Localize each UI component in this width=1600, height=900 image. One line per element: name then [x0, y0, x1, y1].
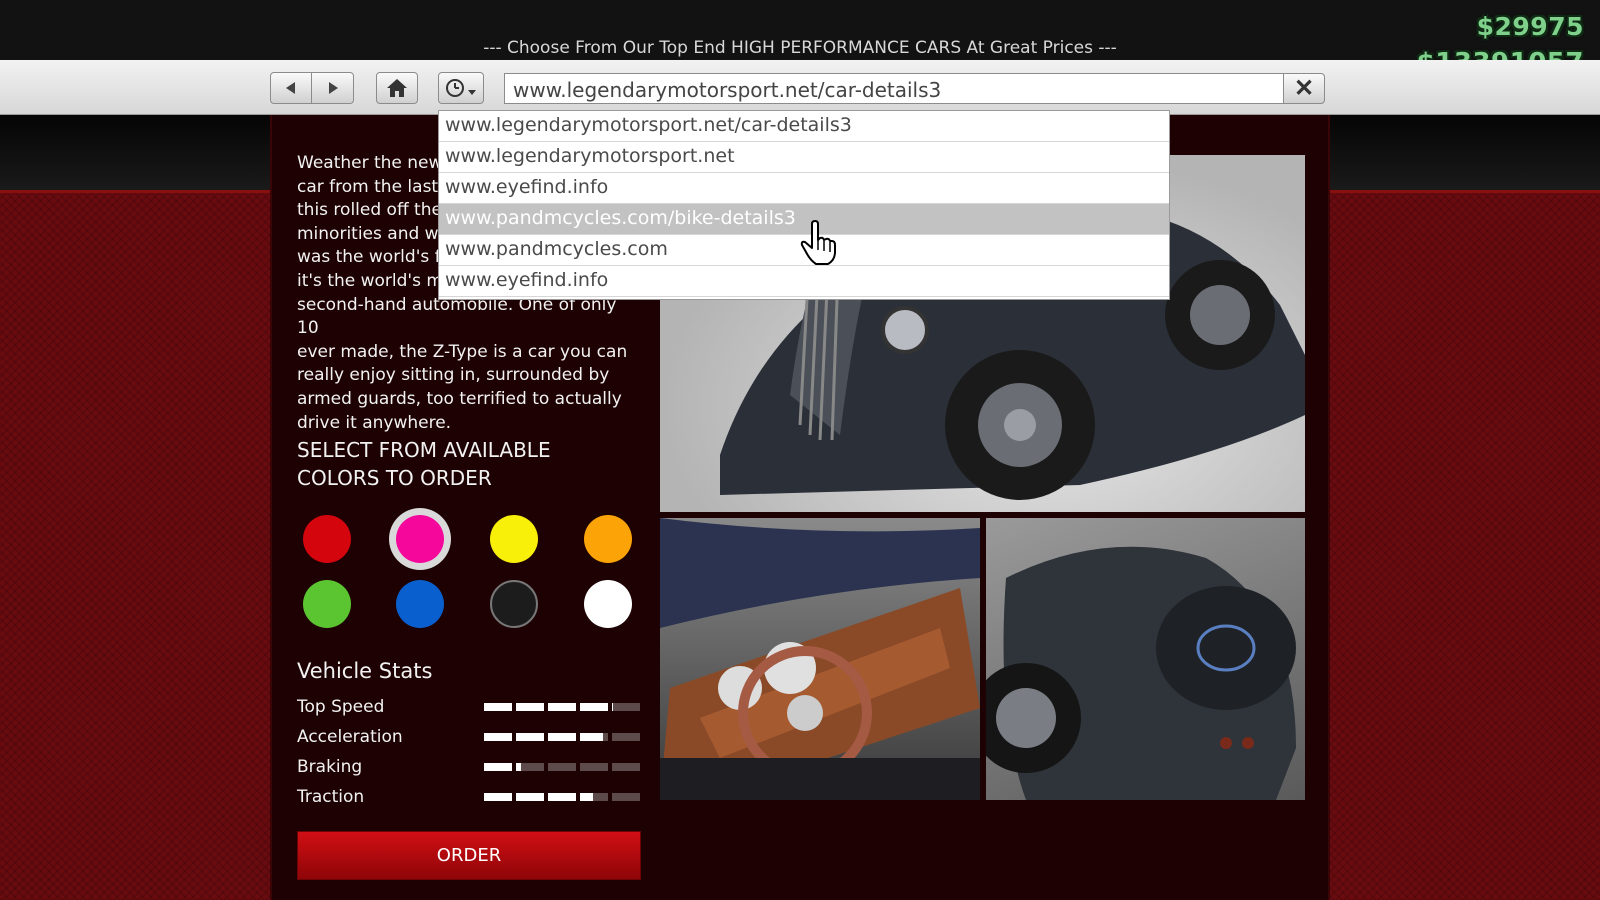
description-line: drive it anywhere.: [297, 412, 452, 433]
description-line: ever made, the Z-Type is a car you can: [297, 341, 628, 362]
nav-buttons: [270, 72, 354, 104]
forward-arrow-icon: [328, 82, 338, 94]
stat-segment-bg: [580, 763, 608, 771]
stat-segment: [484, 703, 512, 711]
stat-segment: [580, 793, 593, 801]
stat-fill: [484, 733, 603, 741]
colors-title: SELECT FROM AVAILABLE COLORS TO ORDER: [297, 438, 551, 490]
swatch-blue[interactable]: [396, 580, 444, 628]
swatch-pink[interactable]: [396, 515, 444, 563]
description-line: second-hand automobile. One of only 10: [297, 294, 617, 339]
description-line: really enjoy sitting in, surrounded by: [297, 365, 610, 386]
swatch-red[interactable]: [303, 515, 351, 563]
dropdown-item[interactable]: www.eyefind.info: [439, 266, 1169, 297]
dropdown-item[interactable]: www.legendarymotorsport.net: [439, 142, 1169, 173]
vehicle-stats-title: Vehicle Stats: [297, 659, 433, 683]
stat-segment: [580, 733, 603, 741]
stat-segment-bg: [612, 763, 640, 771]
car-photo-rear[interactable]: [986, 518, 1305, 800]
dropdown-item[interactable]: www.legendarymotorsport.net/car-details3: [439, 111, 1169, 142]
history-button[interactable]: [438, 72, 484, 104]
hand-cursor-icon: [800, 220, 836, 265]
stat-segment: [516, 733, 544, 741]
car-rear-illustration: [986, 546, 1296, 800]
site-tagline: --- Choose From Our Top End HIGH PERFORM…: [483, 38, 1117, 58]
hud-cash: $29975: [1476, 12, 1584, 41]
description-line: armed guards, too terrified to actually: [297, 388, 622, 409]
stat-segment: [516, 793, 544, 801]
swatch-black[interactable]: [490, 580, 538, 628]
stat-segment: [580, 703, 608, 711]
stat-bar-top-speed: [484, 703, 640, 711]
stat-segment: [612, 703, 613, 711]
back-arrow-icon: [286, 82, 295, 94]
swatch-white[interactable]: [584, 580, 632, 628]
home-button[interactable]: [376, 72, 418, 104]
swatch-yellow[interactable]: [490, 515, 538, 563]
clock-icon: [446, 79, 476, 97]
close-button[interactable]: ✕: [1283, 73, 1325, 104]
address-bar[interactable]: www.legendarymotorsport.net/car-details3: [504, 73, 1284, 104]
stat-bar-traction: [484, 793, 640, 801]
swatch-orange[interactable]: [584, 515, 632, 563]
stat-segment-bg: [612, 793, 640, 801]
order-button[interactable]: ORDER: [297, 831, 641, 880]
stat-segment: [484, 733, 512, 741]
dropdown-item[interactable]: www.eyefind.info: [439, 173, 1169, 204]
swatch-green[interactable]: [303, 580, 351, 628]
stat-segment: [516, 703, 544, 711]
stat-fill: [484, 763, 521, 771]
stat-segment-bg: [612, 703, 640, 711]
stat-label-traction: Traction: [297, 787, 365, 807]
stat-segment: [548, 733, 576, 741]
stat-segment: [484, 793, 512, 801]
stat-bar-acceleration: [484, 733, 640, 741]
stat-fill: [484, 703, 613, 711]
stat-label-braking: Braking: [297, 757, 363, 777]
url-history-dropdown: www.legendarymotorsport.net/car-details3…: [438, 110, 1170, 300]
stat-segment: [516, 763, 521, 771]
stat-segment: [484, 763, 512, 771]
stat-segment-bg: [548, 763, 576, 771]
car-photo-interior[interactable]: [660, 518, 980, 800]
car-interior-illustration: [660, 518, 980, 800]
home-icon: [387, 79, 407, 97]
stat-fill: [484, 793, 593, 801]
stat-label-top-speed: Top Speed: [297, 697, 385, 717]
stat-segment: [548, 703, 576, 711]
stat-bar-braking: [484, 763, 640, 771]
close-icon: ✕: [1293, 75, 1315, 102]
stat-label-acceleration: Acceleration: [297, 727, 403, 747]
stat-segment-bg: [612, 733, 640, 741]
stat-segment: [548, 793, 576, 801]
back-button[interactable]: [271, 73, 313, 103]
forward-button[interactable]: [312, 73, 353, 103]
browser-toolbar: www.legendarymotorsport.net/car-details3…: [0, 60, 1600, 115]
